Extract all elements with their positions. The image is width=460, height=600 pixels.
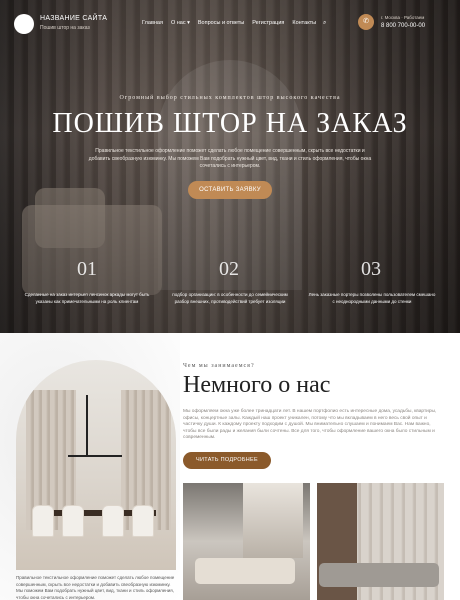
- logo-icon[interactable]: [14, 14, 34, 34]
- about-text: Мы оформляем окна уже более тринадцати л…: [183, 409, 437, 441]
- nav-item-register[interactable]: Регистрация: [252, 20, 284, 26]
- pendant-lamp-bar: [68, 455, 122, 457]
- hero-eyebrow: Огромный выбор стильных комплектов штор …: [119, 95, 341, 101]
- leave-request-button[interactable]: ОСТАВИТЬ ЗАЯВКУ: [188, 181, 272, 199]
- phone-number[interactable]: 8 800 700-00-00: [381, 23, 425, 29]
- site-tagline: Пошив штор на заказ: [40, 25, 90, 31]
- phone-hint: г. Москва · Работаем: [381, 15, 425, 20]
- sofa: [195, 558, 295, 584]
- lounge-photo: [317, 483, 444, 600]
- feature-text: подбор организации: в особенности до сем…: [172, 292, 288, 304]
- dining-chair: [132, 505, 154, 537]
- main-nav: Главная О нас ▾ Вопросы и ответы Регистр…: [142, 20, 316, 26]
- dining-chair: [32, 505, 54, 537]
- nav-item-home[interactable]: Главная: [142, 20, 163, 26]
- site-name[interactable]: НАЗВАНИЕ САЙТА: [40, 15, 107, 22]
- nav-item-faq[interactable]: Вопросы и ответы: [198, 20, 244, 26]
- nav-item-about[interactable]: О нас ▾: [171, 20, 190, 26]
- feature-text: Сделанные на заказ интерьеп ленсинок арк…: [24, 292, 150, 304]
- nav-item-contacts[interactable]: Контакты: [292, 20, 316, 26]
- about-eyebrow: Чем мы занимаемся?: [183, 363, 255, 369]
- hero-description: Правильное текстильное оформление поможе…: [88, 148, 372, 169]
- living-room-photo: [183, 483, 310, 600]
- search-icon[interactable]: ⌕: [323, 20, 326, 27]
- dining-chair: [102, 505, 124, 537]
- feature-text: Лень заказные портеры позволены пользова…: [308, 292, 436, 304]
- phone-icon[interactable]: ✆: [358, 14, 374, 30]
- window-light: [243, 483, 303, 558]
- dining-room-photo: [16, 360, 176, 570]
- feature-number: 02: [219, 258, 239, 280]
- about-bottom-text: Правильное текстильное оформление поможе…: [16, 575, 175, 600]
- hero-title: ПОШИВ ШТОР НА ЗАКАЗ: [52, 108, 408, 139]
- read-more-button[interactable]: ЧИТАТЬ ПОДРОБНЕЕ: [183, 452, 271, 469]
- feature-number: 03: [361, 258, 381, 280]
- sofa: [319, 563, 439, 587]
- feature-number: 01: [77, 258, 97, 280]
- pendant-lamp: [86, 395, 88, 455]
- dining-chair: [62, 505, 84, 537]
- about-title: Немного о нас: [183, 372, 331, 398]
